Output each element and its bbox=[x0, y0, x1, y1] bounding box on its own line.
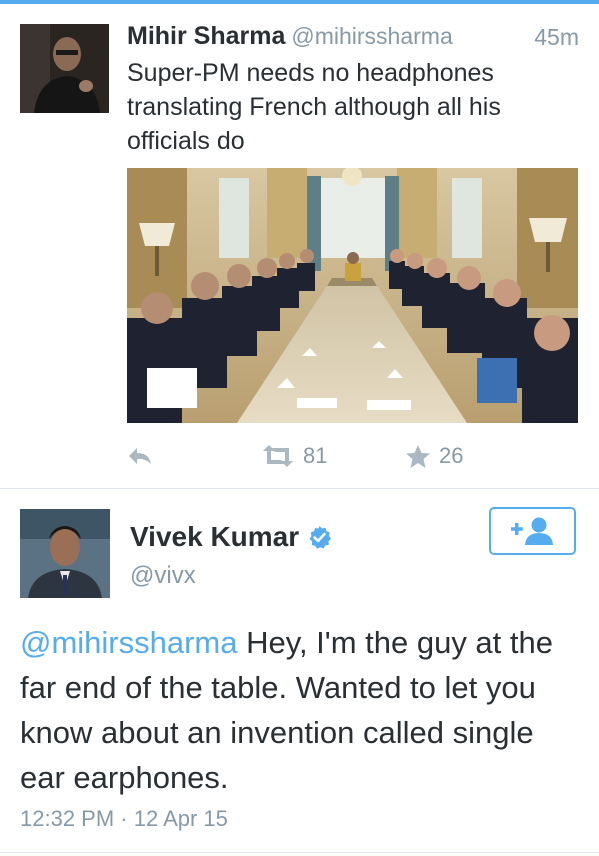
follow-user-icon bbox=[510, 517, 553, 545]
retweet-icon bbox=[263, 445, 293, 467]
avatar-photo bbox=[20, 24, 109, 113]
avatar-photo bbox=[20, 509, 110, 598]
tweet-divider bbox=[0, 488, 599, 489]
star-icon bbox=[406, 444, 430, 468]
photo-meeting-room bbox=[127, 168, 578, 423]
mention-link[interactable]: @mihirssharma bbox=[20, 625, 238, 660]
top-accent-bar bbox=[0, 0, 599, 4]
tweet-photo[interactable] bbox=[127, 168, 578, 423]
retweet-button[interactable]: 81 bbox=[261, 440, 327, 472]
follow-button[interactable] bbox=[489, 507, 576, 555]
verified-badge-icon bbox=[309, 525, 332, 549]
favorite-count: 26 bbox=[439, 443, 464, 468]
author-name[interactable]: Vivek Kumar bbox=[130, 521, 299, 553]
avatar[interactable] bbox=[20, 24, 109, 113]
author-handle[interactable]: @vivx bbox=[130, 562, 196, 590]
reply-icon bbox=[129, 448, 151, 464]
tweet-time: 45m bbox=[534, 24, 579, 50]
reply-button[interactable] bbox=[127, 440, 153, 472]
favorite-button[interactable]: 26 bbox=[405, 440, 463, 472]
author-handle[interactable]: @mihirssharma bbox=[291, 23, 452, 49]
avatar[interactable] bbox=[20, 509, 110, 598]
author-name[interactable]: Mihir Sharma bbox=[127, 22, 285, 50]
bottom-divider bbox=[0, 852, 599, 853]
tweet-text: Super-PM needs no headphones translating… bbox=[127, 59, 501, 155]
tweet-timestamp[interactable]: 12:32 PM · 12 Apr 15 bbox=[20, 806, 228, 832]
tweet-actions: 81 26 bbox=[127, 440, 579, 472]
tweet-text: @mihirssharma Hey, I'm the guy at the fa… bbox=[20, 620, 580, 800]
retweet-count: 81 bbox=[303, 443, 328, 468]
author-row: Vivek Kumar bbox=[130, 519, 332, 555]
tweet-header: Mihir Sharma @mihirssharma 45m bbox=[127, 22, 579, 52]
